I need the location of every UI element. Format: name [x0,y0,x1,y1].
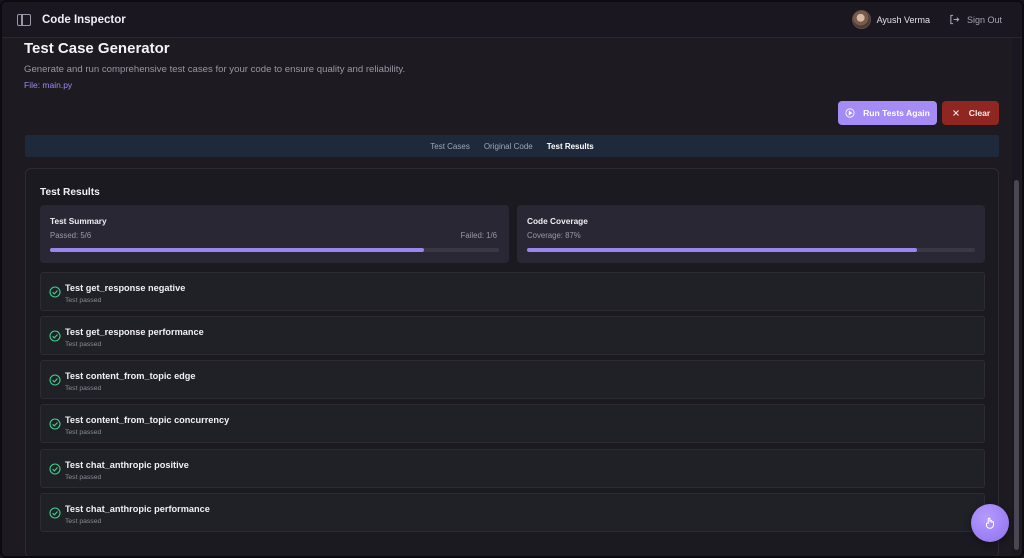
test-result-item[interactable]: Test content_from_topic concurrency Test… [40,404,985,443]
coverage-progress-fill [527,248,917,252]
test-name: Test get_response negative [65,283,186,293]
test-status: Test passed [65,297,102,304]
test-result-item[interactable]: Test get_response performance Test passe… [40,316,985,355]
check-circle-icon [49,330,61,342]
logout-icon [950,14,960,25]
test-result-item[interactable]: Test content_from_topic edge Test passed [40,360,985,399]
check-circle-icon [49,463,61,475]
avatar[interactable] [851,10,871,29]
assistant-fab-button[interactable] [971,504,1009,542]
app-window: Code Inspector Ayush Verma Sign Out Test… [0,0,1024,558]
test-summary-card: Test Summary Passed: 5/6 Failed: 1/6 [40,205,509,263]
tab-test-cases[interactable]: Test Cases [423,142,477,151]
test-result-item[interactable]: Test get_response negative Test passed [40,272,985,311]
test-name: Test chat_anthropic positive [65,460,189,470]
test-name: Test content_from_topic concurrency [65,415,230,425]
run-tests-again-label: Run Tests Again [863,108,930,118]
test-status: Test passed [65,385,102,392]
tab-bar: Test Cases Original Code Test Results [25,135,999,157]
tab-original-code[interactable]: Original Code [477,142,540,151]
scrollbar-thumb[interactable] [1014,180,1019,550]
play-circle-icon [845,108,855,118]
test-name: Test get_response performance [65,327,204,337]
check-circle-icon [49,374,61,386]
page-title: Test Case Generator [24,40,170,57]
test-summary-title: Test Summary [50,216,107,226]
passed-count: Passed: 5/6 [50,231,92,240]
check-circle-icon [49,418,61,430]
app-title: Code Inspector [42,13,126,26]
clear-label: Clear [968,108,991,118]
sign-out-label: Sign Out [966,14,1002,25]
failed-count: Failed: 1/6 [460,231,497,240]
tab-test-results[interactable]: Test Results [540,142,601,151]
test-status: Test passed [65,341,102,348]
check-circle-icon [49,286,61,298]
clear-button[interactable]: Clear [942,101,999,125]
results-title: Test Results [40,187,100,198]
file-label: File: main.py [24,80,73,90]
user-area: Ayush Verma Sign Out [851,10,1022,29]
test-status: Test passed [65,518,102,525]
coverage-progress-track [527,248,975,252]
test-results-panel: Test Results Test Summary Passed: 5/6 Fa… [25,168,999,556]
test-status: Test passed [65,429,102,436]
close-icon [952,110,959,116]
summary-progress-fill [50,248,425,252]
page-description: Generate and run comprehensive test case… [24,64,406,75]
test-result-item[interactable]: Test chat_anthropic positive Test passed [40,449,985,488]
code-coverage-card: Code Coverage Coverage: 87% [517,205,985,263]
test-status: Test passed [65,474,102,481]
hand-pointer-icon [985,517,995,529]
test-result-item[interactable]: Test chat_anthropic performance Test pas… [40,493,985,532]
test-name: Test content_from_topic edge [65,371,196,381]
check-circle-icon [49,507,61,519]
coverage-value: Coverage: 87% [527,231,581,240]
test-name: Test chat_anthropic performance [65,504,210,514]
run-tests-again-button[interactable]: Run Tests Again [838,101,937,125]
user-name: Ayush Verma [876,14,930,25]
summary-progress-track [50,248,499,252]
sidebar-toggle-icon[interactable] [17,13,31,26]
code-coverage-title: Code Coverage [527,216,588,226]
sign-out-button[interactable]: Sign Out [949,14,1002,25]
top-bar: Code Inspector Ayush Verma Sign Out [2,2,1022,38]
